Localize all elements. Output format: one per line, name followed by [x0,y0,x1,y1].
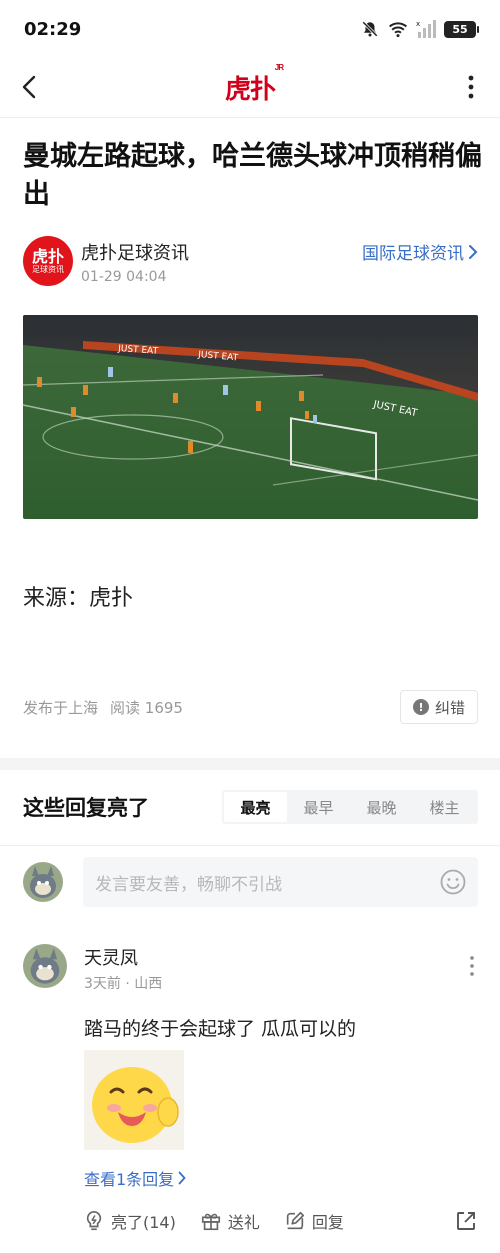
gift-button[interactable]: 送礼 [200,1209,260,1233]
correction-button[interactable]: ! 纠错 [399,690,478,724]
share-icon[interactable] [454,1209,478,1233]
divider [0,845,500,846]
status-bar: 02:29 x 55 [0,0,500,58]
like-label: 亮了(14) [111,1213,176,1232]
alert-icon: ! [412,699,429,715]
comment-actions: 亮了(14) 送礼 回复 [83,1204,478,1238]
comment-text: 踏马的终于会起球了 瓜瓜可以的 [84,1018,357,1040]
author-avatar-line1: 虎扑 [31,246,64,266]
comment-input-placeholder: 发言要友善，畅聊不引战 [95,874,282,895]
back-button[interactable] [14,72,44,102]
more-vertical-icon [470,956,474,976]
more-vertical-icon [468,75,474,99]
comment-more-button[interactable] [466,954,478,978]
author-avatar-line2: 足球资讯 [32,264,64,274]
meta-info: 发布于上海 阅读 1695 [23,697,183,718]
chevron-right-icon [469,244,478,259]
tab-earliest[interactable]: 最早 [287,792,350,822]
compose-row: 发言要友善，畅聊不引战 [23,857,478,907]
more-button[interactable] [456,72,486,102]
correction-label: 纠错 [434,698,465,717]
emoji-icon[interactable] [440,869,466,895]
signal-icon: x [416,19,436,39]
category-label: 国际足球资讯 [362,244,464,264]
mute-bell-icon [360,19,380,39]
comment-sticker-image[interactable] [84,1050,184,1150]
commenter-name[interactable]: 天灵凤 [84,944,138,970]
hupu-logo: 虎扑 JR [224,63,284,106]
sort-tabs: 最亮 最早 最晚 楼主 [222,790,478,824]
back-icon [22,75,36,99]
comment-time: 3天前 · 山西 [84,976,163,992]
edit-icon [286,1211,304,1230]
battery-indicator: 55 [444,20,479,38]
article-source: 来源：虎扑 [23,586,134,611]
author-name[interactable]: 虎扑足球资讯 [81,239,189,265]
commenter-avatar[interactable] [23,944,67,988]
gift-label: 送礼 [227,1213,260,1232]
nav-bar: 虎扑 JR [0,58,500,118]
gift-icon [201,1213,220,1231]
logo-text: 虎扑 [224,75,276,105]
view-replies-link[interactable]: 查看1条回复 [84,1166,186,1190]
author-avatar[interactable]: 虎扑 足球资讯 [23,236,73,286]
author-row: 虎扑 足球资讯 虎扑足球资讯 01-29 04:04 国际足球资讯 [23,236,478,290]
status-icons: x 55 [360,19,479,39]
comments-title: 这些回复亮了 [23,796,149,820]
reply-button[interactable]: 回复 [284,1209,344,1233]
wifi-icon [388,19,408,39]
publish-time: 01-29 04:04 [81,269,167,285]
my-avatar [23,862,63,902]
comments-header: 这些回复亮了 最亮 最早 最晚 楼主 [23,788,478,826]
logo-badge: JR [274,63,284,72]
svg-text:x: x [416,20,420,28]
chevron-right-icon [178,1171,186,1185]
tab-brightest[interactable]: 最亮 [224,792,287,822]
article-title: 曼城左路起球，哈兰德头球冲顶稍稍偏出 [23,141,482,210]
category-link[interactable]: 国际足球资讯 [362,239,478,264]
tab-op[interactable]: 楼主 [413,792,476,822]
section-divider [0,758,500,770]
reply-label: 回复 [311,1213,344,1232]
comment-input[interactable]: 发言要友善，畅聊不引战 [83,857,478,907]
article-meta: 发布于上海 阅读 1695 ! 纠错 [23,690,478,724]
publish-location: 发布于上海 [23,698,99,717]
status-time: 02:29 [24,18,82,40]
tab-latest[interactable]: 最晚 [350,792,413,822]
bulb-icon [86,1211,102,1231]
like-button[interactable]: 亮了(14) [83,1209,176,1233]
view-replies-label: 查看1条回复 [84,1170,175,1189]
article-video-image[interactable]: JUST EAT JUST EAT JUST EAT [23,315,478,519]
read-count: 阅读 1695 [110,698,183,717]
